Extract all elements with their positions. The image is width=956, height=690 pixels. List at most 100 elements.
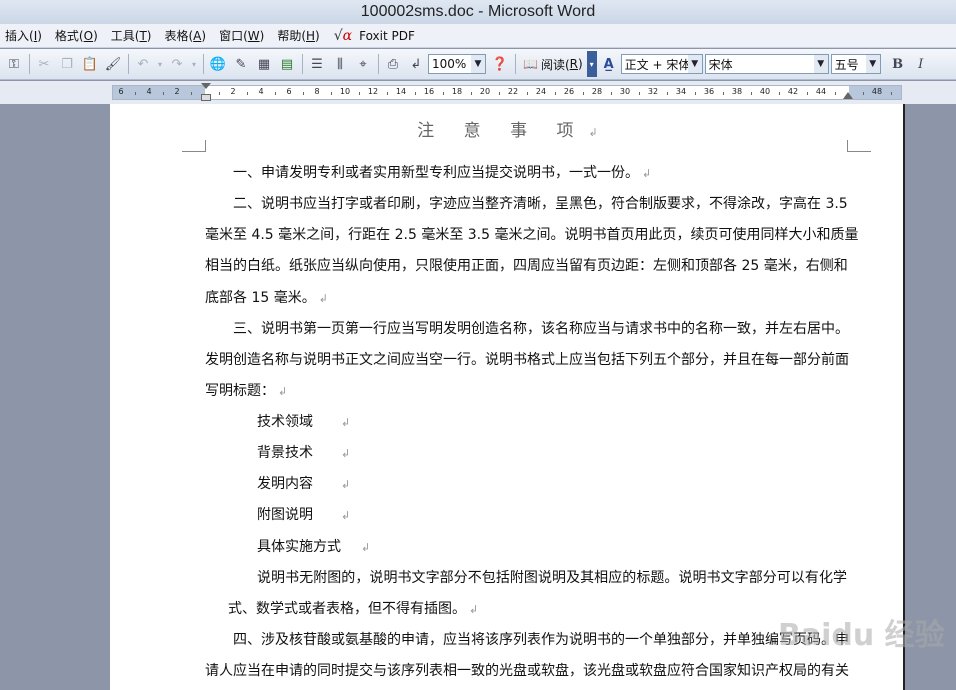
document-text-line[interactable]: 写明标题： ↲: [205, 380, 287, 400]
toolbar-separator: [378, 54, 379, 74]
ruler-minor-tick: [219, 92, 220, 95]
chevron-down-icon[interactable]: ▼: [813, 55, 828, 73]
document-text-line[interactable]: 发明内容 ↲: [257, 473, 350, 493]
document-text-line[interactable]: 背景技术 ↲: [257, 442, 350, 462]
ruler-minor-tick: [275, 92, 276, 95]
document-text-line[interactable]: 具体实施方式 ↲: [257, 536, 370, 556]
insert-table-icon[interactable]: ▦: [253, 53, 275, 75]
first-line-indent-marker[interactable]: [201, 83, 211, 89]
help-icon[interactable]: ❓: [489, 53, 511, 75]
redo-icon[interactable]: ↷: [166, 53, 188, 75]
hyperlink-icon[interactable]: 🌐: [207, 53, 229, 75]
document-text-line[interactable]: 四、涉及核苷酸或氨基酸的申请，应当将该序列表作为说明书的一个单独部分，并单独编写…: [233, 629, 849, 649]
font-size-select[interactable]: 五号 ▼: [830, 54, 881, 74]
ruler-tick-label: 2: [174, 87, 180, 96]
menu-format[interactable]: 格式(O): [50, 27, 106, 44]
ruler-tick-label: 18: [451, 87, 463, 96]
ruler-minor-tick: [135, 92, 136, 95]
horizontal-ruler-bar: 6 4 2 2 4 6 8 10 12 14 16 18 20 22 24 26 28 30 32 34 36 38 40 4…: [0, 81, 956, 104]
document-map-icon-2[interactable]: ⎙: [382, 53, 404, 75]
tables-borders-icon[interactable]: ✎: [230, 53, 252, 75]
show-formatting-icon[interactable]: ↲: [405, 53, 427, 75]
menu-help[interactable]: 帮助(H): [272, 27, 327, 44]
equation-icon[interactable]: √α: [332, 28, 354, 44]
insert-excel-icon[interactable]: ▤: [276, 53, 298, 75]
menu-foxit-pdf[interactable]: Foxit PDF: [354, 29, 423, 43]
style-select[interactable]: 正文 + 宋体 ▼: [620, 54, 703, 74]
ruler-tick-label: 16: [423, 87, 435, 96]
chevron-down-icon[interactable]: ▼: [865, 55, 880, 73]
undo-dropdown-icon[interactable]: ▾: [155, 53, 165, 75]
zoom-select[interactable]: 100% ▼: [428, 54, 486, 74]
page-corner-mark: [847, 140, 871, 152]
ruler-tick-label: 4: [258, 87, 264, 96]
menu-window[interactable]: 窗口(W): [214, 27, 272, 44]
redo-dropdown-icon[interactable]: ▾: [189, 53, 199, 75]
columns-icon[interactable]: ☰: [306, 53, 328, 75]
toolbar-separator: [29, 54, 30, 74]
bold-button[interactable]: B: [887, 53, 909, 75]
style-value: 正文 + 宋体: [624, 57, 691, 72]
horizontal-ruler[interactable]: 6 4 2 2 4 6 8 10 12 14 16 18 20 22 24 26 28 30 32 34 36 38 40 4…: [112, 83, 902, 101]
ruler-minor-tick: [499, 92, 500, 95]
document-text-line[interactable]: 底部各 15 毫米。 ↲: [205, 287, 328, 307]
document-text-line[interactable]: 技术领域 ↲: [257, 411, 350, 431]
ruler-tick-label: 2: [230, 87, 236, 96]
document-text-line[interactable]: 毫米至 4.5 毫米之间，行距在 2.5 毫米至 3.5 毫米之间。说明书首页用…: [205, 224, 859, 244]
menu-table[interactable]: 表格(A): [159, 27, 214, 44]
document-text-line[interactable]: 附图说明 ↲: [257, 504, 350, 524]
copy-icon[interactable]: ❐: [56, 53, 78, 75]
ruler-minor-tick: [863, 92, 864, 95]
document-text-line[interactable]: 相当的白纸。纸张应当纵向使用，只限使用正面，四周应当留有页边距：左侧和顶部各 2…: [205, 255, 848, 275]
cut-icon[interactable]: ✂: [33, 53, 55, 75]
book-icon: 📖: [523, 57, 538, 71]
ruler-tick-label: 22: [507, 87, 519, 96]
italic-button[interactable]: I: [910, 53, 932, 75]
toolbar-options-icon[interactable]: ▾: [586, 51, 597, 77]
left-indent-marker[interactable]: [201, 94, 211, 101]
ruler-minor-tick: [387, 92, 388, 95]
read-mode-button[interactable]: 📖 阅读(R): [519, 56, 587, 73]
document-text-line[interactable]: 二、说明书应当打字或者印刷，字迹应当整齐清晰，呈黑色，符合制版要求，不得涂改，字…: [233, 193, 848, 213]
ruler-minor-tick: [555, 92, 556, 95]
toolbar-separator: [128, 54, 129, 74]
ruler-minor-tick: [303, 92, 304, 95]
ruler-tick-label: 34: [675, 87, 687, 96]
document-text-line[interactable]: 三、说明书第一页第一行应当写明发明创造名称，该名称应当与请求书中的名称一致，并左…: [233, 318, 849, 338]
permission-icon[interactable]: ⚿: [3, 53, 25, 75]
menu-insert[interactable]: 插入(I): [0, 27, 50, 44]
toolbar-separator: [203, 54, 204, 74]
drawing-icon[interactable]: ⫼: [329, 53, 351, 75]
right-indent-marker[interactable]: [843, 92, 853, 99]
format-painter-icon[interactable]: 🖌: [102, 53, 124, 75]
ruler-minor-tick: [471, 92, 472, 95]
paragraph-mark-icon: ↲: [341, 447, 351, 460]
ruler-tick-label: 32: [647, 87, 659, 96]
ruler-tick-label: 20: [479, 87, 491, 96]
ruler-minor-tick: [639, 92, 640, 95]
document-text-line[interactable]: 一、申请发明专利或者实用新型专利应当提交说明书，一式一份。 ↲: [233, 162, 651, 182]
ruler-minor-tick: [527, 92, 528, 95]
ruler-tick-label: 24: [535, 87, 547, 96]
chevron-down-icon[interactable]: ▼: [687, 55, 702, 73]
chevron-down-icon[interactable]: ▼: [471, 55, 485, 73]
font-select[interactable]: 宋体 ▼: [704, 54, 829, 74]
document-text-line[interactable]: 请人应当在申请的同时提交与该序列表相一致的光盘或软盘，该光盘或软盘应符合国家知识…: [205, 660, 849, 680]
paragraph-mark-icon: ↲: [642, 167, 652, 180]
undo-icon[interactable]: ↶: [132, 53, 154, 75]
document-map-icon[interactable]: ⌖: [352, 53, 374, 75]
styles-formatting-icon[interactable]: A̲: [598, 53, 620, 75]
ruler-minor-tick: [331, 92, 332, 95]
toolbar-separator: [302, 54, 303, 74]
paste-icon[interactable]: 📋: [79, 53, 101, 75]
paragraph-mark-icon: ↲: [361, 541, 371, 554]
ruler-tick-label: 8: [314, 87, 320, 96]
menu-bar: 插入(I) 格式(O) 工具(T) 表格(A) 窗口(W) 帮助(H) √α F…: [0, 24, 956, 48]
ruler-tick-label: 12: [367, 87, 379, 96]
ruler-minor-tick: [611, 92, 612, 95]
document-text-line[interactable]: 式、数学式或者表格，但不得有插图。 ↲: [228, 598, 478, 618]
menu-tools[interactable]: 工具(T): [106, 27, 160, 44]
document-text-line[interactable]: 发明创造名称与说明书正文之间应当空一行。说明书格式上应当包括下列五个部分，并且在…: [205, 349, 849, 369]
ruler-tick-label: 14: [395, 87, 407, 96]
ruler-tick-label: 36: [703, 87, 715, 96]
